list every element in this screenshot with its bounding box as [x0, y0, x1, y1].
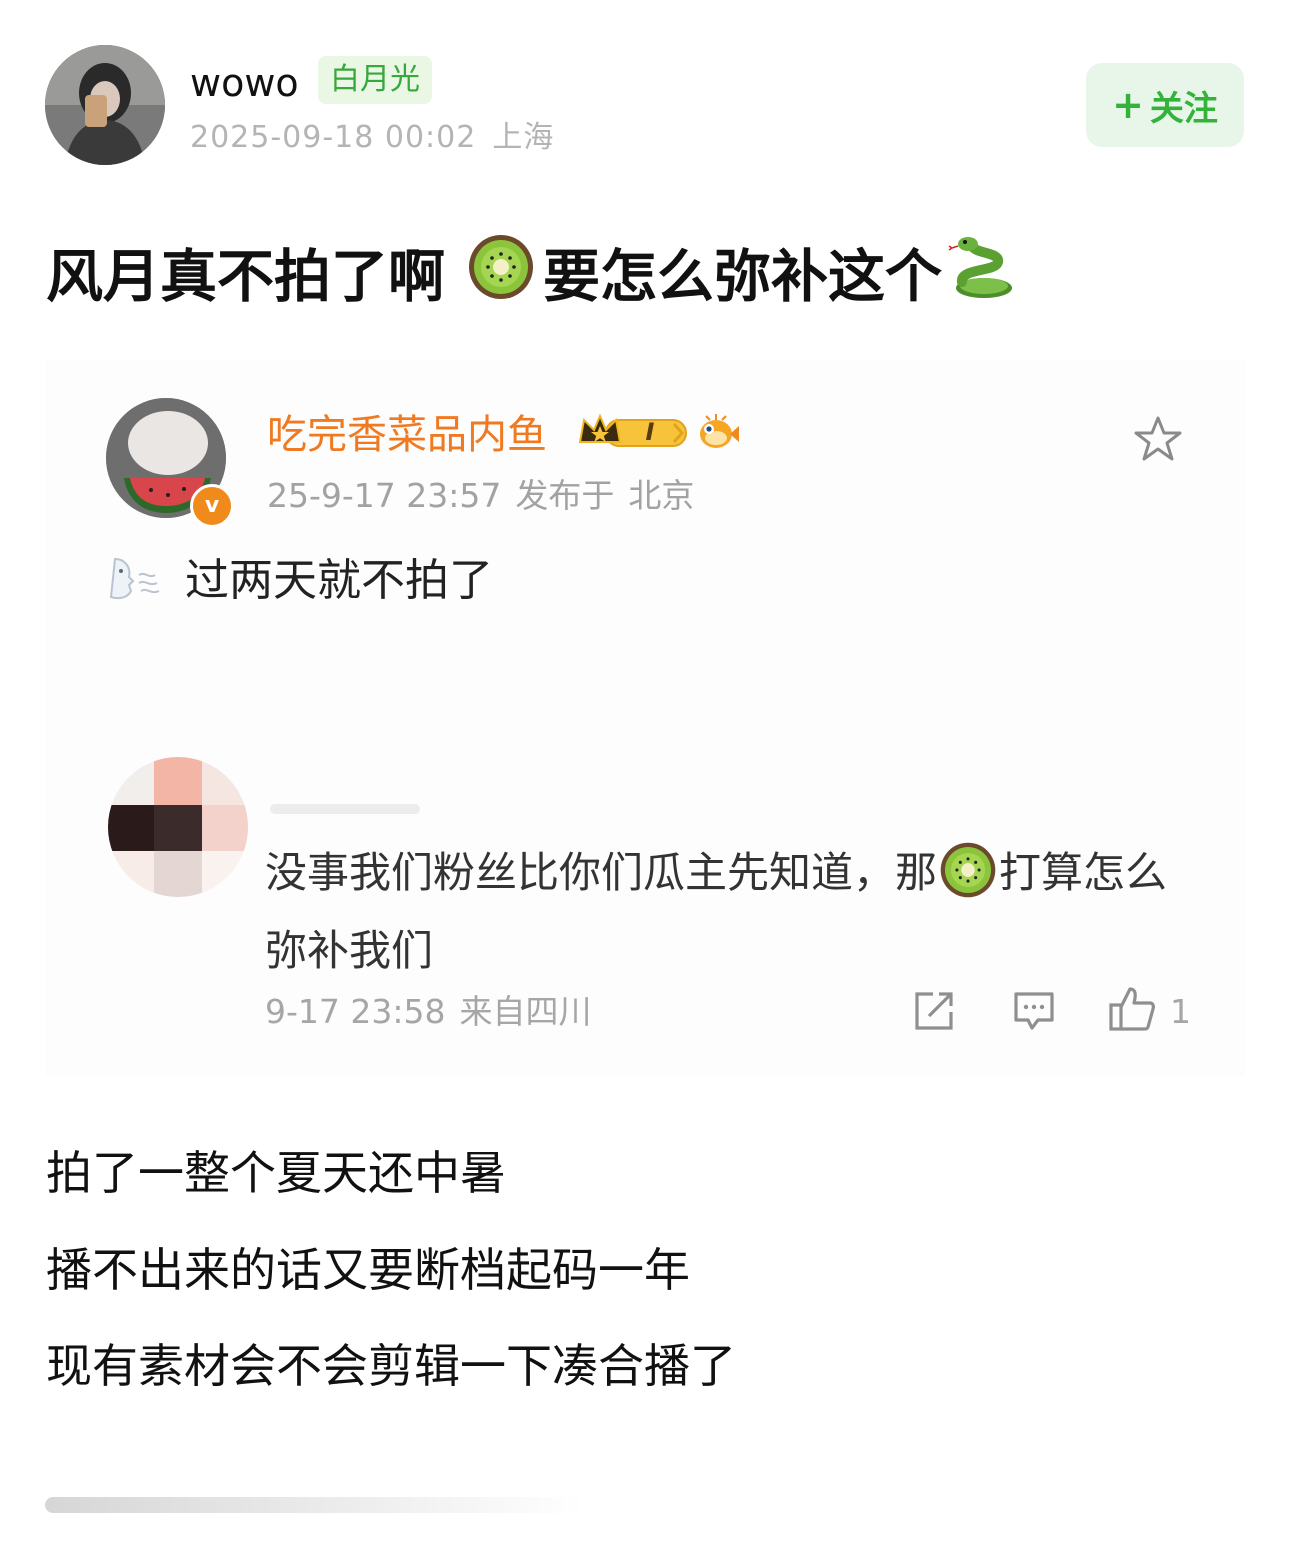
author-name[interactable]: wowo [190, 58, 299, 108]
post-title: 风月真不拍了啊 要怎么弥补这个 [46, 232, 1016, 321]
reply-author-name-blurred [270, 798, 430, 820]
quoted-published-label: 发布于 [515, 476, 615, 515]
post-location: 上海 [492, 120, 555, 155]
body-line-2: 播不出来的话又要断档起码一年 [46, 1243, 690, 1297]
reply-meta: 9-17 23:58 来自四川 [265, 990, 592, 1034]
post-meta: 2025-09-18 00:02 上海 [190, 116, 554, 160]
author-avatar[interactable] [45, 45, 165, 165]
quoted-meta: 25-9-17 23:57 发布于 北京 [267, 474, 694, 518]
quoted-time: 25-9-17 23:57 [267, 476, 502, 515]
follow-label: 关注 [1149, 88, 1218, 129]
quoted-content: 过两天就不拍了 [105, 552, 493, 610]
plus-icon: + [1112, 83, 1144, 127]
quoted-text: 过两天就不拍了 [185, 555, 493, 606]
author-tag-badge: 白月光 [318, 56, 432, 104]
title-text-2: 要怎么弥补这个 [543, 243, 942, 310]
body-line-1: 拍了一整个夏天还中暑 [46, 1146, 506, 1200]
pufferfish-icon [696, 412, 740, 456]
star-icon[interactable] [1133, 415, 1183, 467]
verified-badge: v [190, 484, 234, 528]
like-count: 1 [1170, 992, 1191, 1031]
share-icon[interactable] [913, 990, 957, 1036]
thumbs-up-icon[interactable] [1108, 985, 1156, 1037]
comment-icon[interactable] [1012, 990, 1056, 1036]
kiwi-icon [467, 233, 535, 320]
reply-author-avatar[interactable] [108, 757, 248, 897]
post-time: 2025-09-18 00:02 [190, 120, 477, 155]
reply-location: 来自四川 [459, 992, 592, 1031]
reply-time: 9-17 23:58 [265, 992, 446, 1031]
quoted-author-name[interactable]: 吃完香菜品内鱼 [267, 410, 547, 460]
quoted-location: 北京 [628, 476, 695, 515]
blow-icon [105, 555, 163, 607]
rank-level: I [645, 418, 655, 446]
body-line-3: 现有素材会不会剪辑一下凑合播了 [46, 1339, 736, 1393]
snake-icon [946, 232, 1016, 321]
kiwi-icon [939, 841, 997, 918]
scroll-indicator [45, 1497, 585, 1513]
follow-button[interactable]: + 关注 [1086, 63, 1244, 147]
reply-text: 没事我们粉丝比你们瓜主先知道，那 打算怎么弥补我们 [265, 840, 1175, 984]
title-text-1: 风月真不拍了啊 [46, 243, 445, 310]
crown-rank-badge [578, 412, 690, 456]
reply-text-part1: 没事我们粉丝比你们瓜主先知道，那 [265, 848, 938, 897]
